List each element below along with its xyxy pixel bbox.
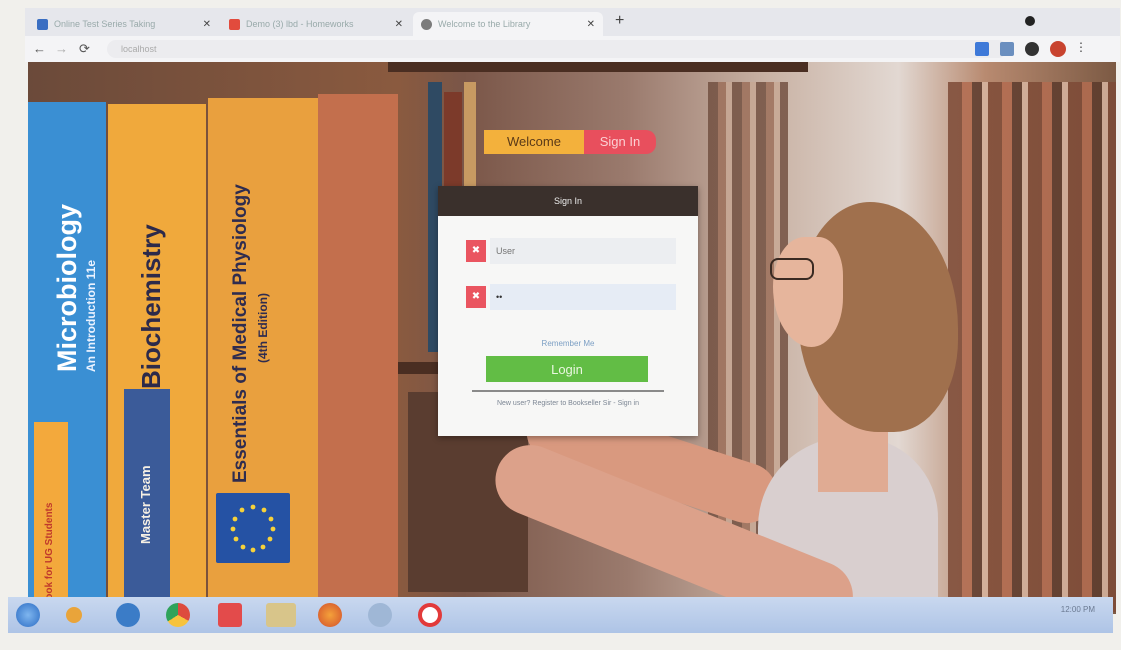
book-title: Microbiology bbox=[52, 204, 82, 372]
tab-favicon-icon bbox=[37, 18, 48, 30]
username-input[interactable] bbox=[490, 238, 676, 264]
password-input[interactable] bbox=[490, 284, 676, 310]
tab-favicon-icon bbox=[421, 18, 432, 30]
book-biochemistry: Biochemistry Master Team bbox=[108, 104, 206, 614]
close-icon[interactable]: ✕ bbox=[203, 19, 211, 30]
book-strip: Master Team bbox=[124, 389, 170, 599]
extension-icon[interactable] bbox=[1025, 42, 1039, 56]
signin-tab[interactable]: Sign In bbox=[584, 130, 656, 154]
book-title: Essentials of Medical Physiology bbox=[230, 184, 251, 483]
book-strip: Book for UG Students bbox=[34, 422, 68, 612]
tab-title: Welcome to the Library bbox=[438, 19, 531, 29]
book-medical-physiology: Essentials of Medical Physiology (4th Ed… bbox=[208, 98, 318, 614]
system-tray-clock[interactable]: 12:00 PM bbox=[1061, 605, 1095, 614]
account-avatar[interactable] bbox=[1050, 41, 1066, 57]
browser-toolbar: ← → ⟳ localhost ⋮ bbox=[25, 36, 1120, 62]
extension-icon[interactable] bbox=[975, 42, 989, 56]
shelf bbox=[388, 62, 808, 72]
chrome-icon[interactable] bbox=[166, 603, 190, 627]
login-button[interactable]: Login bbox=[486, 356, 648, 382]
welcome-tab[interactable]: Welcome bbox=[484, 130, 584, 154]
browser-tab[interactable]: Demo (3) lbd - Homeworks ✕ bbox=[221, 12, 411, 36]
password-field: ✖ bbox=[466, 284, 676, 310]
background-shelf bbox=[948, 82, 1116, 612]
tab-title: Demo (3) lbd - Homeworks bbox=[246, 19, 354, 29]
back-arrow-icon[interactable]: ← bbox=[33, 41, 46, 56]
extension-icon[interactable] bbox=[1000, 42, 1014, 56]
glasses-icon bbox=[770, 258, 814, 280]
browser-tab-active[interactable]: Welcome to the Library ✕ bbox=[413, 12, 603, 36]
reload-icon[interactable]: ⟳ bbox=[79, 41, 90, 57]
book-subtitle: (4th Edition) bbox=[256, 293, 270, 363]
media-player-icon[interactable] bbox=[218, 603, 242, 627]
opera-icon[interactable] bbox=[418, 603, 442, 627]
register-link[interactable]: New user? Register to Bookseller Sir - S… bbox=[438, 400, 698, 407]
chrome-small-icon[interactable] bbox=[66, 607, 82, 623]
login-header: Sign In bbox=[438, 186, 698, 216]
book-orange-spine bbox=[318, 94, 398, 614]
book-strip-label: Master Team bbox=[138, 465, 153, 544]
app-icon[interactable] bbox=[368, 603, 392, 627]
browser-tab[interactable]: Online Test Series Taking ✕ bbox=[29, 12, 219, 36]
library-page: Microbiology An Introduction 11e Book fo… bbox=[28, 62, 1116, 614]
welcome-bar: Welcome Sign In bbox=[484, 130, 656, 154]
address-bar[interactable]: localhost bbox=[107, 40, 1007, 58]
divider bbox=[472, 390, 664, 392]
user-icon: ✖ bbox=[466, 240, 486, 262]
browser-tab-bar: Online Test Series Taking ✕ Demo (3) lbd… bbox=[25, 8, 1120, 36]
tab-favicon-icon bbox=[229, 18, 240, 30]
book-subtitle: An Introduction 11e bbox=[84, 259, 98, 372]
username-field: ✖ bbox=[466, 238, 676, 264]
profile-icon[interactable] bbox=[1025, 16, 1035, 26]
remember-me-link[interactable]: Remember Me bbox=[438, 339, 698, 348]
login-card: Sign In ✖ ✖ Remember Me Login New user? … bbox=[438, 186, 698, 436]
forward-arrow-icon[interactable]: → bbox=[55, 41, 68, 56]
address-text: localhost bbox=[121, 44, 157, 54]
tab-title: Online Test Series Taking bbox=[54, 19, 156, 29]
book-title: Biochemistry bbox=[136, 224, 166, 389]
lock-icon: ✖ bbox=[466, 286, 486, 308]
menu-dots-icon[interactable]: ⋮ bbox=[1075, 40, 1087, 54]
start-button-icon[interactable] bbox=[16, 603, 40, 627]
folder-icon[interactable] bbox=[266, 603, 296, 627]
eu-flag-icon bbox=[216, 493, 290, 563]
taskbar: 12:00 PM bbox=[8, 597, 1113, 633]
new-tab-button[interactable]: + bbox=[615, 12, 624, 30]
book-microbiology: Microbiology An Introduction 11e Book fo… bbox=[28, 102, 106, 614]
firefox-icon[interactable] bbox=[318, 603, 342, 627]
close-icon[interactable]: ✕ bbox=[395, 19, 403, 30]
close-icon[interactable]: ✕ bbox=[587, 19, 595, 30]
explorer-icon[interactable] bbox=[116, 603, 140, 627]
book-strip-label: Book for UG Students bbox=[44, 502, 55, 607]
